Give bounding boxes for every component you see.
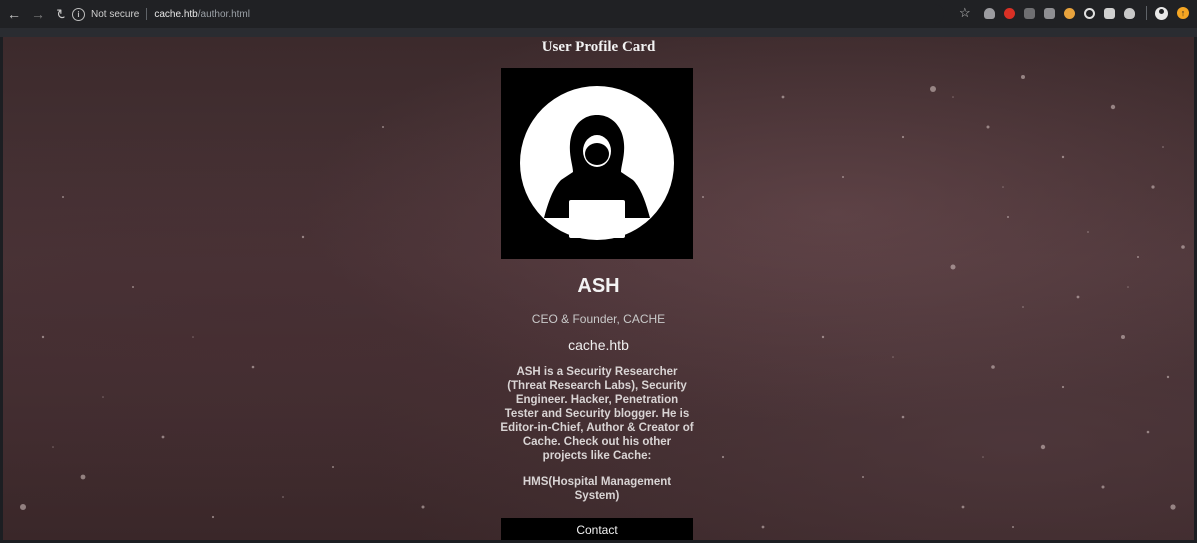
browser-toolbar: ← → ↻ i Not secure cache.htb/author.html… — [0, 0, 1197, 28]
cookie-extension-icon[interactable] — [1064, 7, 1075, 19]
table-extension-icon[interactable] — [1044, 7, 1055, 19]
profile-project: HMS(Hospital Management System) — [522, 476, 672, 502]
security-status[interactable]: Not secure — [91, 9, 139, 20]
info-icon[interactable]: i — [72, 7, 85, 21]
profile-avatar-icon[interactable] — [1155, 6, 1168, 20]
forward-arrow-icon: → — [31, 6, 45, 22]
extensions-bar: ↑ — [984, 6, 1189, 20]
magnifier-extension-icon[interactable] — [1084, 7, 1095, 19]
toolbar-divider — [1146, 6, 1147, 20]
ninja-extension-icon[interactable] — [1124, 7, 1135, 19]
back-button[interactable]: ← — [4, 4, 24, 24]
profile-site: cache.htb — [568, 337, 629, 353]
page-title: User Profile Card — [541, 39, 656, 55]
contact-button[interactable]: Contact — [501, 518, 693, 540]
update-icon[interactable]: ↑ — [1177, 7, 1189, 19]
url-host[interactable]: cache.htb — [154, 9, 197, 20]
profile-avatar — [501, 68, 693, 259]
wrench-extension-icon[interactable] — [1024, 7, 1035, 19]
page-viewport: User Profile Card ASH CEO & Founder, CAC… — [3, 37, 1194, 540]
hacker-avatar-icon — [520, 86, 674, 240]
profile-name: ASH — [577, 275, 620, 297]
bookmark-star-icon[interactable]: ☆ — [959, 6, 971, 20]
red-dot-extension-icon[interactable] — [1004, 7, 1015, 19]
bookmarks-strip — [0, 28, 1197, 37]
mask-extension-icon[interactable] — [984, 7, 995, 19]
profile-bio: ASH is a Security Researcher (Threat Res… — [500, 366, 694, 462]
profile-role: CEO & Founder, CACHE — [531, 312, 666, 326]
url-path[interactable]: /author.html — [198, 9, 250, 20]
forward-button[interactable]: → — [28, 4, 48, 24]
address-divider — [146, 8, 148, 20]
back-arrow-icon: ← — [7, 6, 21, 22]
address-bar[interactable]: i Not secure cache.htb/author.html — [64, 4, 944, 24]
puzzle-extension-icon[interactable] — [1104, 7, 1115, 19]
